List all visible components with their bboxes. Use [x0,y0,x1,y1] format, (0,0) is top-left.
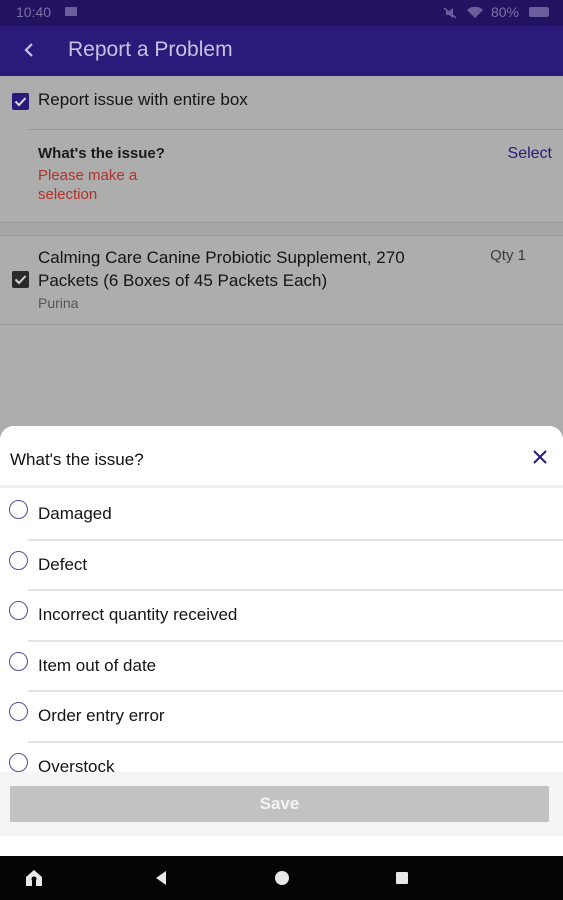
divider [0,324,563,325]
battery-percent: 80% [490,4,519,20]
radio-unchecked-icon[interactable] [9,601,28,620]
battery-icon [529,7,549,17]
issue-option-overstock[interactable]: Overstock [0,743,563,773]
issue-option-order-entry-error[interactable]: Order entry error [0,692,563,743]
radio-unchecked-icon[interactable] [9,651,28,671]
home-icon[interactable] [24,868,44,888]
option-label: Defect [38,554,88,574]
issue-option-out-of-date[interactable]: Item out of date [0,642,563,692]
issue-bottom-sheet: What's the issue? Damaged Defect Incorre… [0,426,563,856]
radio-unchecked-icon[interactable] [9,500,28,519]
issue-select-link[interactable]: Select [508,145,552,163]
product-row[interactable]: Calming Care Canine Probiotic Supplement… [0,236,563,326]
circle-home-icon[interactable] [272,868,292,888]
option-label: Overstock [38,756,115,773]
sheet-header: What's the issue? [0,426,563,488]
issue-option-defect[interactable]: Defect [0,541,563,591]
wifi-icon [466,6,483,18]
option-label: Order entry error [38,706,165,725]
app-bar: Report a Problem [0,26,563,76]
report-entire-box-label: Report issue with entire box [38,90,248,109]
status-right: 80% [443,4,549,20]
option-label: Incorrect quantity received [38,605,238,624]
radio-unchecked-icon[interactable] [9,702,28,721]
close-icon[interactable] [529,446,551,468]
page-title: Report a Problem [68,38,233,61]
option-label: Damaged [38,504,112,523]
system-nav-bar [0,856,563,900]
product-brand: Purina [38,295,79,311]
checkbox-checked-icon[interactable] [12,93,29,110]
status-time: 10:40 [16,4,52,20]
checkbox-checked-icon[interactable] [12,271,29,288]
sheet-title: What's the issue? [10,450,144,469]
status-bar: 10:40 80% [0,0,563,26]
radio-unchecked-icon[interactable] [9,550,28,570]
product-name: Calming Care Canine Probiotic Supplement… [38,248,405,290]
radio-unchecked-icon[interactable] [9,752,28,772]
issue-option-incorrect-quantity[interactable]: Incorrect quantity received [0,591,563,642]
save-area: Save [0,772,563,836]
save-button[interactable]: Save [10,786,549,822]
issue-error-text: Please make a selection [38,167,138,203]
square-recents-icon[interactable] [392,868,412,888]
option-label: Item out of date [38,655,157,675]
message-icon [65,7,77,16]
divider [28,129,563,130]
mute-icon [443,6,457,19]
back-arrow-icon[interactable] [18,38,42,62]
issue-question-label: What's the issue? [38,145,165,162]
report-entire-box-row[interactable]: Report issue with entire box What's the … [0,76,563,224]
section-separator [0,222,563,236]
issue-option-damaged[interactable]: Damaged [0,490,563,541]
product-quantity: Qty 1 [490,247,526,264]
issue-options-list: Damaged Defect Incorrect quantity receiv… [0,490,563,772]
triangle-back-icon[interactable] [152,868,172,888]
